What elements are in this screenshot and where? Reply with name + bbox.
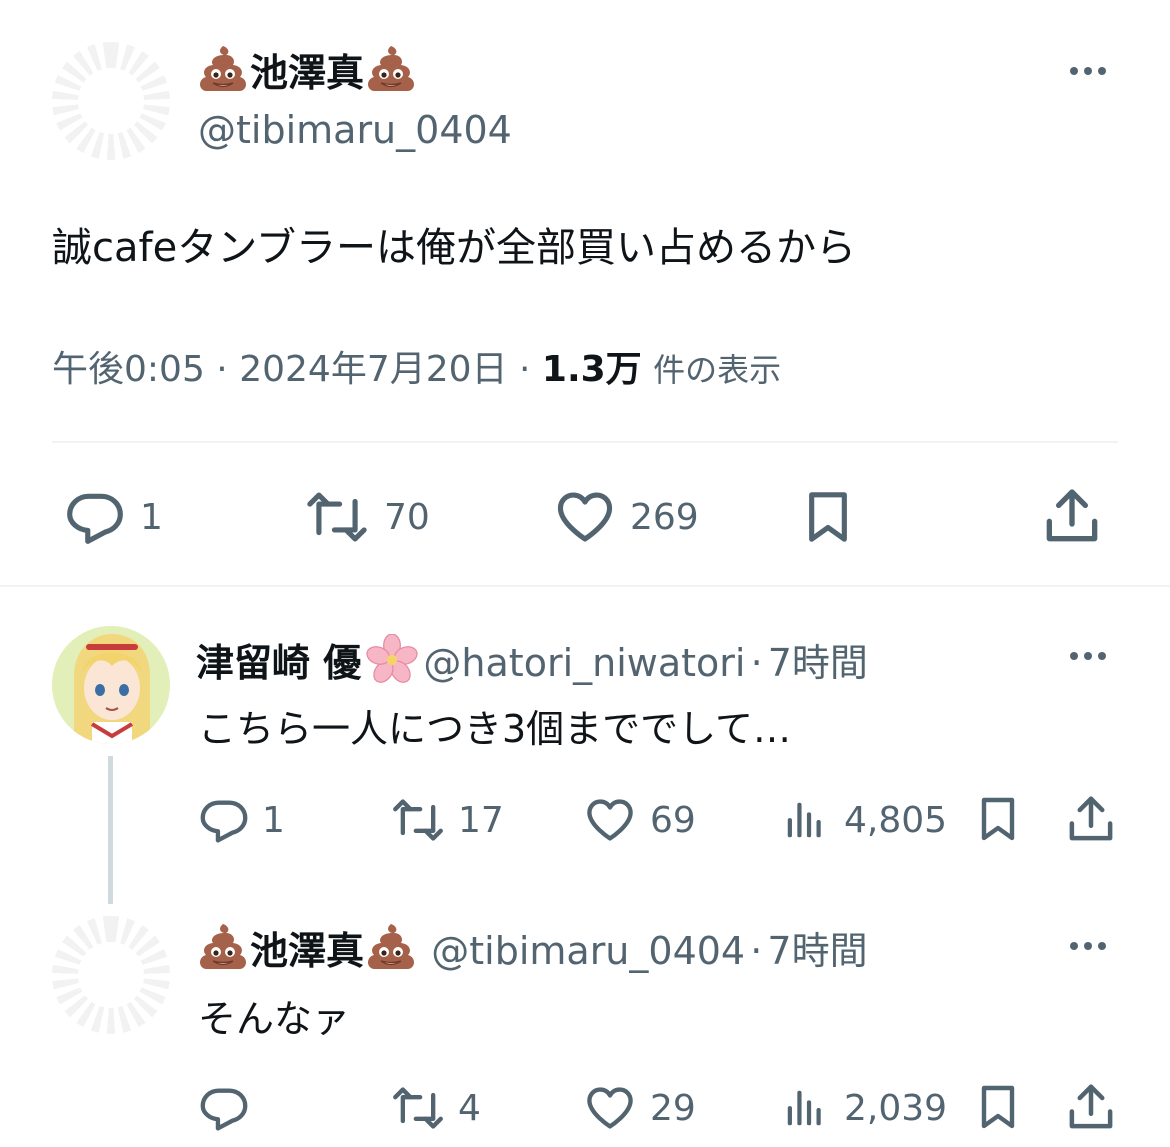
views-label: 件の表示 (653, 351, 782, 389)
share-button[interactable] (1064, 1080, 1118, 1134)
more-options-button[interactable] (1070, 67, 1106, 75)
views-count: 1.3万 (541, 349, 642, 390)
heart-icon (584, 1082, 636, 1134)
views-button[interactable]: 4,805 (782, 794, 947, 846)
like-button[interactable]: 269 (554, 486, 699, 548)
more-dots-icon (1070, 67, 1078, 75)
views-button[interactable]: 2,039 (782, 1082, 947, 1134)
heart-icon (584, 794, 636, 846)
author-avatar[interactable] (52, 42, 170, 160)
share-icon (1064, 1080, 1118, 1134)
bookmark-button[interactable] (800, 484, 856, 550)
bookmark-button[interactable] (974, 1080, 1022, 1134)
author-display-name[interactable]: 池澤真 (196, 42, 418, 97)
author-handle[interactable]: @tibimaru_0404 (198, 108, 512, 152)
reply-text: こちら一人につき3個まででして… (198, 707, 792, 751)
reply-handle[interactable]: @tibimaru_0404 (431, 929, 745, 973)
heart-icon (554, 486, 616, 548)
divider (0, 585, 1170, 587)
bookmark-icon (974, 792, 1022, 846)
retweet-button[interactable]: 4 (390, 1082, 481, 1134)
reply-handle[interactable]: @hatori_niwatori (423, 641, 745, 685)
reply-time[interactable]: 7時間 (767, 929, 867, 973)
thread-line (108, 756, 113, 904)
share-button[interactable] (1040, 484, 1104, 548)
retweet-icon (304, 486, 370, 548)
reply-avatar[interactable] (52, 916, 170, 1034)
reply-header: 池澤真 @tibimaru_0404 · 7時間 (196, 920, 868, 975)
share-button[interactable] (1064, 792, 1118, 846)
reply-display-name[interactable]: 津留崎 優 (196, 641, 361, 685)
cherry-blossom-icon (366, 634, 418, 686)
poo-emoji-icon (364, 922, 418, 972)
tweet-time[interactable]: 午後0:05 (52, 349, 205, 390)
divider (52, 441, 1118, 443)
reply-button[interactable]: 1 (198, 794, 285, 846)
reply-avatar[interactable] (52, 626, 170, 744)
poo-emoji-icon (196, 922, 250, 972)
reply-text: そんなァ (198, 997, 351, 1041)
retweet-icon (390, 794, 446, 846)
reply-button[interactable]: 1 (64, 486, 163, 548)
more-dots-icon (1070, 942, 1078, 950)
retweet-button[interactable]: 70 (304, 486, 430, 548)
more-options-button[interactable] (1070, 942, 1106, 950)
tweet-metadata: 午後0:05 · 2024年7月20日 · 1.3万 件の表示 (52, 349, 782, 390)
tweet-text: 誠cafeタンブラーは俺が全部買い占めるから (52, 225, 856, 271)
more-dots-icon (1070, 652, 1078, 660)
more-options-button[interactable] (1070, 652, 1106, 660)
bookmark-icon (974, 1080, 1022, 1134)
poo-emoji-icon (196, 44, 250, 94)
reply-header: 津留崎 優 @hatori_niwatori · 7時間 (196, 632, 868, 687)
bookmark-icon (800, 484, 856, 550)
share-icon (1040, 484, 1104, 548)
reply-bubble-icon (64, 486, 126, 548)
reply-button[interactable] (198, 1082, 262, 1134)
poo-emoji-icon (364, 44, 418, 94)
views-bar-icon (782, 794, 828, 846)
views-bar-icon (782, 1082, 828, 1134)
retweet-icon (390, 1082, 446, 1134)
like-button[interactable]: 69 (584, 794, 696, 846)
retweet-button[interactable]: 17 (390, 794, 504, 846)
reply-display-name[interactable]: 池澤真 (196, 929, 431, 973)
reply-bubble-icon (198, 1082, 250, 1134)
tweet-date[interactable]: 2024年7月20日 (239, 349, 507, 390)
like-button[interactable]: 29 (584, 1082, 696, 1134)
reply-bubble-icon (198, 794, 250, 846)
share-icon (1064, 792, 1118, 846)
reply-time[interactable]: 7時間 (768, 641, 868, 685)
bookmark-button[interactable] (974, 792, 1022, 846)
